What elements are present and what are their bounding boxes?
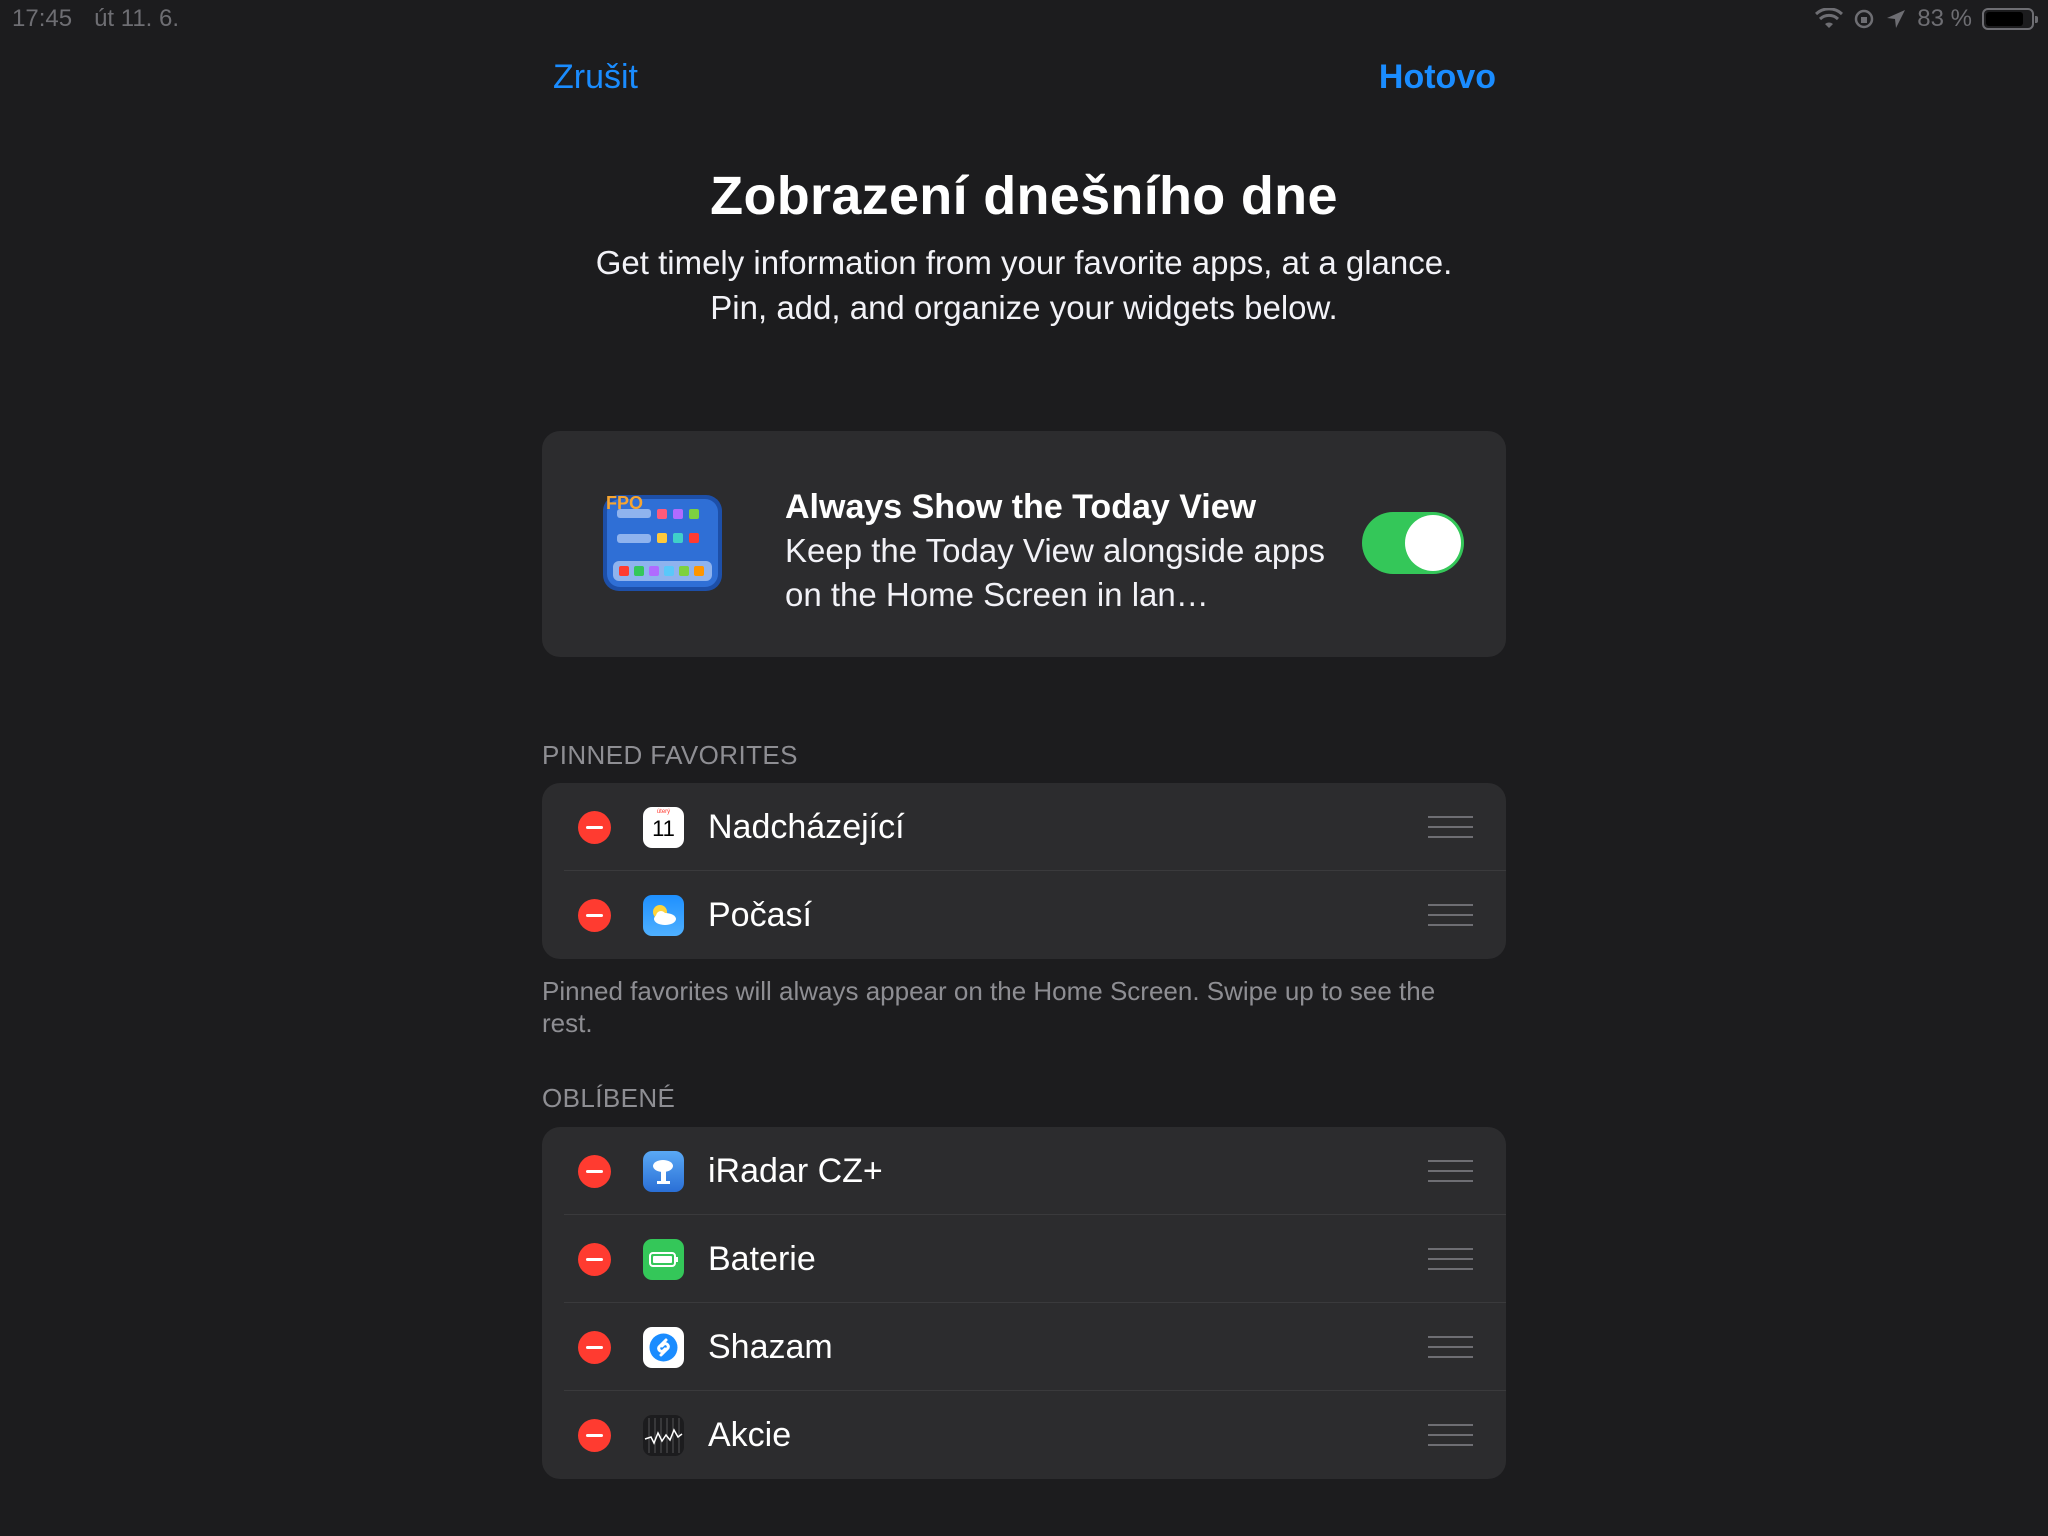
location-icon bbox=[1887, 10, 1906, 28]
calendar-icon: úterý 11 bbox=[643, 807, 684, 848]
page-subtitle: Get timely information from your favorit… bbox=[0, 240, 2048, 330]
list-item: Baterie bbox=[542, 1215, 1506, 1303]
list-item: úterý 11 Nadcházející bbox=[542, 783, 1506, 871]
cancel-button[interactable]: Zrušit bbox=[553, 58, 638, 97]
reorder-handle[interactable] bbox=[1428, 1336, 1473, 1358]
reorder-handle[interactable] bbox=[1428, 816, 1473, 838]
shazam-icon bbox=[643, 1327, 684, 1368]
always-show-description: Keep the Today View alongside apps on th… bbox=[785, 532, 1326, 613]
subtitle-line-2: Pin, add, and organize your widgets belo… bbox=[710, 289, 1338, 326]
remove-button[interactable] bbox=[578, 1419, 611, 1452]
list-item: Akcie bbox=[542, 1391, 1506, 1479]
list-item: Počasí bbox=[542, 871, 1506, 959]
always-show-card: FPO Always Show the Today View Keep the … bbox=[542, 431, 1506, 657]
list-item-label: Akcie bbox=[708, 1416, 792, 1454]
weather-icon bbox=[643, 895, 684, 936]
battery-widget-icon bbox=[643, 1239, 684, 1280]
status-date: út 11. 6. bbox=[94, 5, 180, 32]
page-title: Zobrazení dnešního dne bbox=[710, 166, 1338, 226]
remove-button[interactable] bbox=[578, 899, 611, 932]
favorites-list: iRadar CZ+ Baterie Shazam Akcie bbox=[542, 1127, 1506, 1479]
always-show-toggle[interactable] bbox=[1362, 512, 1464, 574]
orientation-lock-icon bbox=[1855, 9, 1874, 29]
list-item-label: Shazam bbox=[708, 1328, 833, 1366]
status-right: 83 % bbox=[1815, 5, 2038, 33]
remove-button[interactable] bbox=[578, 1155, 611, 1188]
today-view-editor: 17:45 út 11. 6. 83 % Zrušit Hotovo Zobra… bbox=[0, 0, 2048, 1536]
favorites-section-header: OBLÍBENÉ bbox=[542, 1083, 676, 1113]
battery-icon bbox=[1982, 8, 2038, 30]
status-time: 17:45 bbox=[12, 5, 73, 32]
list-item-label: Baterie bbox=[708, 1240, 816, 1278]
remove-button[interactable] bbox=[578, 811, 611, 844]
calendar-day: 11 bbox=[652, 816, 675, 841]
done-button[interactable]: Hotovo bbox=[1379, 58, 1496, 97]
status-left: 17:45 út 11. 6. bbox=[12, 5, 179, 33]
preview-badge: FPO bbox=[606, 493, 644, 513]
toggle-knob bbox=[1405, 515, 1461, 571]
subtitle-line-1: Get timely information from your favorit… bbox=[595, 244, 1453, 281]
status-bar: 17:45 út 11. 6. 83 % bbox=[0, 0, 2048, 40]
iradar-icon bbox=[643, 1151, 684, 1192]
reorder-handle[interactable] bbox=[1428, 1424, 1473, 1446]
pinned-footer-note: Pinned favorites will always appear on t… bbox=[542, 976, 1436, 1038]
remove-button[interactable] bbox=[578, 1243, 611, 1276]
list-item-label: Nadcházející bbox=[708, 808, 905, 846]
list-item-label: iRadar CZ+ bbox=[708, 1152, 883, 1190]
list-item: Shazam bbox=[542, 1303, 1506, 1391]
reorder-handle[interactable] bbox=[1428, 1160, 1473, 1182]
pinned-list: úterý 11 Nadcházející Počasí bbox=[542, 783, 1506, 959]
reorder-handle[interactable] bbox=[1428, 904, 1473, 926]
reorder-handle[interactable] bbox=[1428, 1248, 1473, 1270]
always-show-title: Always Show the Today View bbox=[785, 488, 1257, 526]
list-item: iRadar CZ+ bbox=[542, 1127, 1506, 1215]
battery-percent: 83 % bbox=[1917, 5, 1972, 32]
pinned-section-header: PINNED FAVORITES bbox=[542, 740, 798, 770]
wifi-icon bbox=[1815, 8, 1844, 28]
list-item-label: Počasí bbox=[708, 896, 812, 934]
stocks-icon bbox=[643, 1415, 684, 1456]
remove-button[interactable] bbox=[578, 1331, 611, 1364]
calendar-weekday: úterý bbox=[656, 809, 671, 815]
always-show-text: Always Show the Today View Keep the Toda… bbox=[785, 485, 1345, 617]
battery-level-fill bbox=[1986, 12, 2023, 26]
